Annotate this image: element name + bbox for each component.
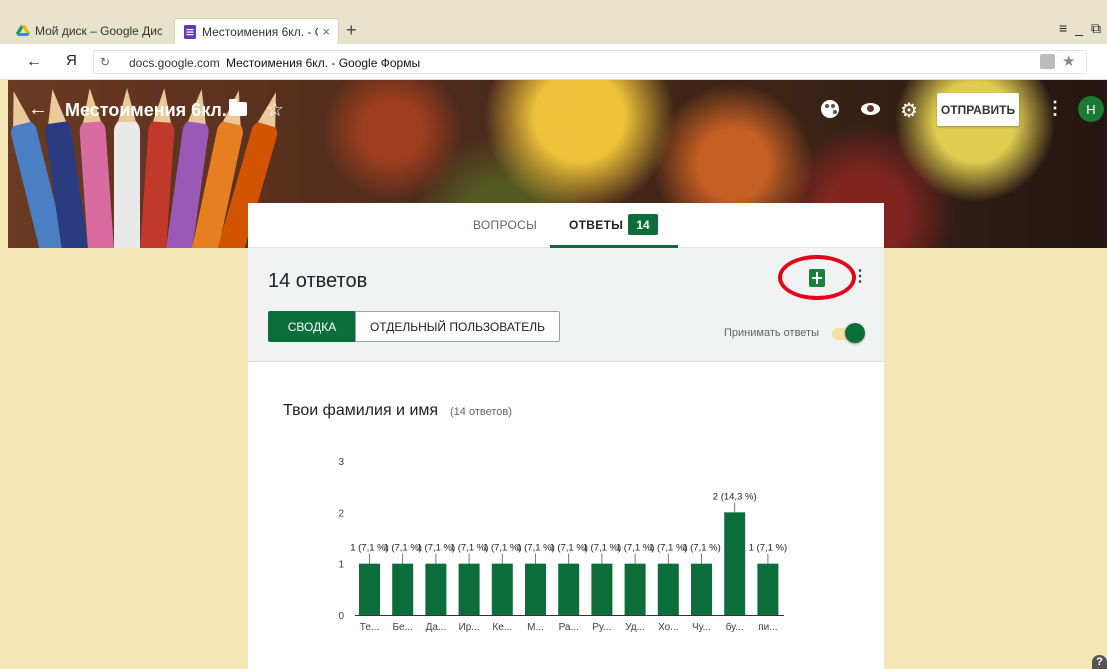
highlight-circle-annotation: [778, 255, 856, 300]
y-tick-label: 2: [338, 508, 344, 519]
responses-summary-panel: 14 ответов ⋮ СВОДКА ОТДЕЛЬНЫЙ ПОЛЬЗОВАТЕ…: [248, 248, 884, 362]
chart-bar: [558, 563, 580, 615]
tab-title: Местоимения 6кл. - Goo: [202, 24, 318, 39]
x-tick-label: Уд...: [625, 622, 645, 633]
chart-bar: [458, 563, 480, 615]
more-vert-icon[interactable]: ⋮: [852, 266, 868, 286]
more-vert-icon[interactable]: ⋮: [1046, 98, 1064, 119]
minimize-icon[interactable]: _: [1075, 20, 1083, 37]
x-tick-label: Хо...: [658, 622, 678, 633]
responses-bar-chart: 01231 (7,1 %)Те...1 (7,1 %)Бе...1 (7,1 %…: [338, 457, 788, 633]
palette-icon[interactable]: [821, 100, 839, 118]
x-tick-label: пи...: [758, 622, 777, 633]
x-tick-label: Ир...: [459, 622, 480, 633]
form-title[interactable]: Местоимения 6кл.: [65, 100, 227, 121]
question-results-card: Твои фамилия и имя (14 ответов) 01231 (7…: [248, 362, 884, 669]
x-tick-label: Ру...: [592, 622, 611, 633]
x-tick-label: Ра...: [559, 622, 579, 633]
yandex-icon[interactable]: Я: [66, 52, 77, 69]
chart-bar: [525, 563, 546, 615]
x-tick-label: бу...: [726, 621, 744, 633]
folder-icon[interactable]: [229, 99, 247, 116]
bookmark-star-icon[interactable]: ★: [1062, 52, 1075, 70]
accept-responses-toggle[interactable]: [845, 323, 865, 343]
bar-data-label: 1 (7,1 %): [682, 543, 721, 554]
new-tab-button[interactable]: +: [346, 20, 357, 41]
close-tab-icon[interactable]: ×: [322, 24, 330, 39]
chart-bar: [657, 563, 679, 615]
google-drive-icon: [16, 25, 30, 36]
browser-back-icon[interactable]: ←: [26, 53, 42, 71]
browser-menu-icon[interactable]: ≡: [1059, 20, 1067, 37]
address-bar: ← Я ↻ docs.google.com Местоимения 6кл. -…: [0, 44, 1107, 80]
star-icon[interactable]: ☆: [266, 97, 284, 122]
reload-icon[interactable]: ↻: [100, 55, 110, 69]
tab-questions[interactable]: ВОПРОСЫ: [473, 218, 537, 232]
url-domain: docs.google.com: [129, 56, 220, 70]
x-tick-label: Бе...: [392, 622, 412, 633]
bar-data-label: 2 (14,3 %): [713, 491, 757, 502]
responses-count-title: 14 ответов: [268, 270, 368, 292]
accept-responses-label: Принимать ответы: [724, 327, 819, 339]
browser-tab-bar: Мой диск – Google Диск Местоимения 6кл. …: [0, 0, 1107, 44]
x-tick-label: Чу...: [692, 622, 711, 633]
browser-tab-forms[interactable]: Местоимения 6кл. - Goo ×: [174, 18, 339, 44]
url-page-title: Местоимения 6кл. - Google Формы: [226, 56, 421, 70]
y-tick-label: 1: [338, 560, 344, 571]
bar-data-label: 1 (7,1 %): [749, 543, 788, 554]
tab-answers[interactable]: ОТВЕТЫ 14: [550, 203, 678, 248]
preview-eye-icon[interactable]: [861, 103, 880, 115]
y-tick-label: 0: [338, 611, 344, 622]
x-tick-label: Те...: [360, 622, 379, 633]
chart-bar: [757, 563, 779, 615]
chart-bar: [691, 563, 712, 615]
help-icon[interactable]: ?: [1092, 655, 1107, 669]
x-tick-label: Ке...: [492, 622, 512, 633]
lock-icon[interactable]: [1040, 54, 1055, 69]
y-tick-label: 3: [338, 457, 344, 468]
window-controls: ≡ _ ⧉: [1059, 20, 1101, 37]
tab-answers-label: ОТВЕТЫ: [569, 218, 624, 232]
chart-bar: [724, 512, 746, 615]
x-tick-label: М...: [527, 622, 544, 633]
chart-bar: [491, 563, 513, 615]
chart-bar: [425, 563, 447, 615]
back-arrow-icon[interactable]: ←: [28, 98, 48, 121]
form-tabs: ВОПРОСЫ ОТВЕТЫ 14: [248, 203, 884, 248]
chart-bar: [392, 563, 414, 615]
pencil-decoration: [114, 88, 140, 248]
individual-view-button[interactable]: ОТДЕЛЬНЫЙ ПОЛЬЗОВАТЕЛЬ: [355, 311, 560, 342]
tab-title: Мой диск – Google Диск: [35, 24, 162, 38]
gear-icon[interactable]: ⚙: [900, 98, 918, 123]
chart-bar: [591, 563, 613, 615]
google-forms-icon: [184, 24, 196, 39]
x-tick-label: Да...: [426, 622, 447, 633]
summary-view-button[interactable]: СВОДКА: [268, 311, 356, 342]
chart-bar: [359, 563, 380, 615]
chart-bar: [624, 563, 646, 615]
browser-tab-drive[interactable]: Мой диск – Google Диск: [8, 18, 170, 44]
avatar[interactable]: Н: [1078, 96, 1104, 122]
send-button[interactable]: ОТПРАВИТЬ: [937, 93, 1019, 126]
answers-count-badge: 14: [628, 214, 658, 235]
restore-icon[interactable]: ⧉: [1091, 20, 1101, 37]
